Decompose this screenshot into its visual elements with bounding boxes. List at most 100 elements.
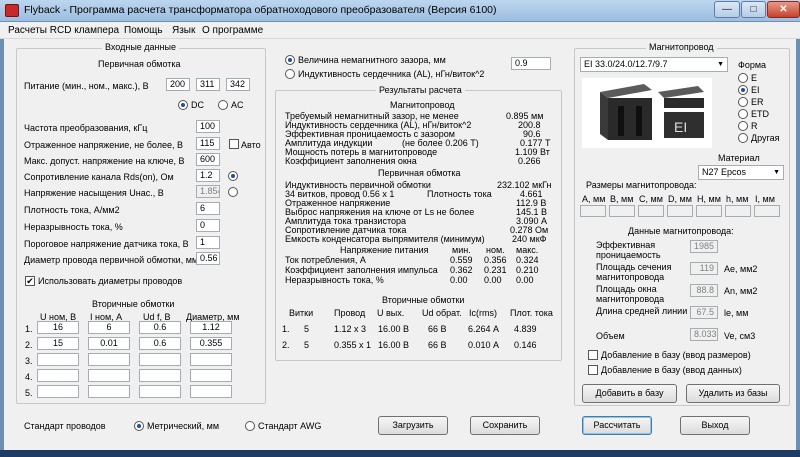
- supply-min-field[interactable]: 200: [166, 78, 190, 91]
- awg-radio[interactable]: [245, 421, 255, 431]
- rds-on-field[interactable]: 1.2: [196, 169, 220, 182]
- exit-button[interactable]: Выход: [680, 416, 750, 435]
- sec-diam-field[interactable]: [190, 385, 232, 398]
- result-cell: 16.00 В: [378, 324, 410, 334]
- row-number: 1.: [25, 324, 33, 334]
- shape-radio[interactable]: [738, 133, 748, 143]
- sec-ud-field[interactable]: 0.6: [139, 321, 181, 334]
- primary-wire-diameter-field[interactable]: 0.56: [196, 252, 220, 265]
- result-value: 0.231: [484, 265, 507, 275]
- rds-on-radio[interactable]: [228, 171, 238, 181]
- add-data-label: Добавление в базу (ввод данных): [601, 365, 742, 375]
- result-cell: 4.839: [514, 324, 537, 334]
- core-data-field[interactable]: 119: [690, 262, 718, 275]
- use-diameters-checkbox[interactable]: ✔: [25, 276, 35, 286]
- sec-diam-field[interactable]: 1.12: [190, 321, 232, 334]
- sec-i-field[interactable]: [88, 353, 130, 366]
- menu-language[interactable]: Язык: [172, 25, 195, 36]
- dimension-field[interactable]: [638, 205, 664, 217]
- sec-u-field[interactable]: [37, 353, 79, 366]
- results-core-title: Магнитопровод: [390, 100, 455, 110]
- sec-diam-field[interactable]: [190, 353, 232, 366]
- results-secondary-title: Вторичные обмотки: [382, 295, 465, 305]
- add-to-db-button[interactable]: Добавить в базу: [582, 384, 677, 403]
- max-switch-voltage-field[interactable]: 600: [196, 153, 220, 166]
- ac-radio[interactable]: [218, 100, 228, 110]
- calculate-button[interactable]: Рассчитать: [582, 416, 652, 435]
- menu-about[interactable]: О программе: [202, 25, 263, 36]
- supply-nom-field[interactable]: 311: [196, 78, 220, 91]
- title-bar: Flyback - Программа расчета трансформато…: [0, 0, 800, 22]
- shape-radio[interactable]: [738, 73, 748, 83]
- core-select-value: EI 33.0/24.0/12.7/9.7: [584, 59, 668, 69]
- sec-i-field[interactable]: [88, 385, 130, 398]
- sec-ud-field[interactable]: [139, 369, 181, 382]
- shape-radio[interactable]: [738, 85, 748, 95]
- minimize-button[interactable]: —: [714, 1, 740, 18]
- add-dims-checkbox[interactable]: [588, 350, 598, 360]
- core-data-field[interactable]: 8.033: [690, 328, 718, 341]
- auto-checkbox[interactable]: [229, 139, 239, 149]
- sec-i-field[interactable]: 6: [88, 321, 130, 334]
- shape-radio[interactable]: [738, 97, 748, 107]
- sec-ud-field[interactable]: 0.6: [139, 337, 181, 350]
- sec-u-field[interactable]: [37, 385, 79, 398]
- dimension-field[interactable]: [667, 205, 693, 217]
- sec-i-field[interactable]: 0.01: [88, 337, 130, 350]
- delete-from-db-button[interactable]: Удалить из базы: [686, 384, 780, 403]
- core-select[interactable]: EI 33.0/24.0/12.7/9.7 ▼: [580, 57, 728, 72]
- sec-diam-field[interactable]: [190, 369, 232, 382]
- saturation-voltage-radio[interactable]: [228, 187, 238, 197]
- sec-ud-field[interactable]: [139, 385, 181, 398]
- column-header: Ud обрат.: [422, 308, 462, 318]
- core-data-label: Площадь сечения магнитопровода: [596, 262, 672, 282]
- dimension-field[interactable]: [609, 205, 635, 217]
- param-label: Макс. допуст. напряжение на ключе, В: [24, 156, 185, 166]
- sec-ud-field[interactable]: [139, 353, 181, 366]
- row-number: 3.: [25, 356, 33, 366]
- core-data-field[interactable]: 88.8: [690, 284, 718, 297]
- core-data-field[interactable]: 67.5: [690, 306, 718, 319]
- menu-help[interactable]: Помощь: [124, 25, 163, 36]
- sec-i-field[interactable]: [88, 369, 130, 382]
- dc-radio[interactable]: [178, 100, 188, 110]
- load-button[interactable]: Загрузить: [378, 416, 448, 435]
- gap-radio[interactable]: [285, 55, 295, 65]
- core-data-label: Площадь окна магнитопровода: [596, 284, 665, 304]
- maximize-button[interactable]: □: [741, 1, 766, 18]
- sense-threshold-field[interactable]: 1: [196, 236, 220, 249]
- continuity-field[interactable]: 0: [196, 219, 220, 232]
- save-button[interactable]: Сохранить: [470, 416, 540, 435]
- core-data-field[interactable]: 1985: [690, 240, 718, 253]
- gap-value-field[interactable]: 0.9: [511, 57, 551, 70]
- material-select[interactable]: N27 Epcos ▼: [698, 165, 784, 180]
- close-button[interactable]: ✕: [767, 1, 800, 18]
- param-label: Неразрывность тока, %: [24, 222, 123, 232]
- sec-u-field[interactable]: 16: [37, 321, 79, 334]
- row-number: 1.: [282, 324, 290, 334]
- svg-text:EI: EI: [674, 119, 687, 135]
- dimension-field[interactable]: [754, 205, 780, 217]
- sec-u-field[interactable]: [37, 369, 79, 382]
- dimension-field[interactable]: [696, 205, 722, 217]
- shape-label: ETD: [751, 109, 769, 119]
- add-data-checkbox[interactable]: [588, 365, 598, 375]
- sec-u-field[interactable]: 15: [37, 337, 79, 350]
- reflected-voltage-field[interactable]: 115: [196, 137, 220, 150]
- shape-radio[interactable]: [738, 109, 748, 119]
- param-label: Пороговое напряжение датчика тока, В: [24, 239, 189, 249]
- metric-radio[interactable]: [134, 421, 144, 431]
- saturation-voltage-field[interactable]: 1.854: [196, 185, 220, 198]
- dimension-label: B, мм: [610, 194, 634, 204]
- param-label: Плотность тока, А/мм2: [24, 205, 120, 215]
- al-radio[interactable]: [285, 69, 295, 79]
- sec-diam-field[interactable]: 0.355: [190, 337, 232, 350]
- supply-max-field[interactable]: 342: [226, 78, 250, 91]
- menu-rcd-clamper[interactable]: Расчеты RCD клампера: [8, 25, 119, 36]
- frequency-field[interactable]: 100: [196, 120, 220, 133]
- shape-radio[interactable]: [738, 121, 748, 131]
- dimension-field[interactable]: [580, 205, 606, 217]
- dimension-field[interactable]: [725, 205, 751, 217]
- result-cell: 66 В: [428, 324, 447, 334]
- current-density-field[interactable]: 6: [196, 202, 220, 215]
